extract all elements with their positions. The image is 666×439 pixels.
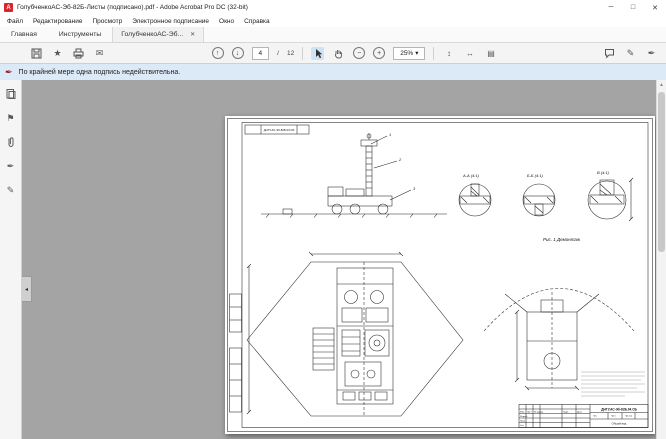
pdf-page[interactable]: ДНТУ.АС-Эб-82Б.04.СБ bbox=[225, 116, 655, 434]
page-current: 4 bbox=[259, 50, 263, 57]
minimize-button[interactable]: ─ bbox=[600, 0, 622, 15]
main-area: ⚑ ✒ ✎ bbox=[0, 80, 666, 439]
titleblock-col-izm: Изм. bbox=[520, 412, 525, 414]
menu-file[interactable]: Файл bbox=[2, 18, 28, 25]
sign-icon[interactable]: ✒ bbox=[645, 47, 658, 60]
titleblock-row-approve: Утв. bbox=[520, 425, 525, 427]
titleblock-row-dev: Разраб. bbox=[520, 416, 528, 418]
titleblock-col-doc: № докум. bbox=[534, 411, 544, 414]
titleblock-row-check: Пров. bbox=[520, 421, 526, 423]
zoom-out-button[interactable]: − bbox=[353, 47, 365, 59]
navigation-pane-toggle[interactable]: ◂ bbox=[22, 276, 32, 302]
mail-icon[interactable]: ✉ bbox=[93, 47, 106, 60]
window-title: ГолубченкоАС-Эб-82Б-Листы (подписано).pd… bbox=[17, 4, 248, 11]
main-toolbar: ★ ✉ ↑ ↓ 4 / 12 − + 25% ▾ bbox=[0, 43, 666, 64]
signature-warning-icon: ✒ bbox=[5, 68, 13, 77]
callout-1: 1 bbox=[389, 132, 391, 137]
toolbar-divider bbox=[433, 47, 434, 60]
page-number-input[interactable]: 4 bbox=[252, 47, 270, 60]
titleblock-sheet: Лист bbox=[611, 416, 616, 418]
technical-notes bbox=[581, 372, 645, 396]
signatures-icon[interactable]: ✒ bbox=[2, 159, 20, 173]
page-total: 12 bbox=[287, 50, 294, 57]
corner-stamp-text: ДНТУ.АС-Эб-82Б.04.СБ bbox=[264, 128, 295, 132]
section-a-label: А-А (4:1) bbox=[462, 173, 480, 178]
toolbar-divider bbox=[302, 47, 303, 60]
machine-plan-view bbox=[247, 252, 463, 416]
panel-collapse-icon: ◂ bbox=[25, 286, 28, 293]
zoom-in-button[interactable]: + bbox=[373, 47, 385, 59]
bookmarks-icon[interactable]: ⚑ bbox=[2, 111, 20, 125]
page-separator: / bbox=[277, 50, 279, 57]
menu-window[interactable]: Окно bbox=[214, 18, 239, 25]
figure-caption: Рис. 1 Демонтаж bbox=[543, 237, 581, 242]
tab-document[interactable]: ГолубченкоАС-Эб... ✕ bbox=[112, 27, 204, 42]
titleblock-doc-number: ДНТУ.АС-Эб-82Б.04.СБ bbox=[601, 407, 637, 411]
select-tool-icon[interactable] bbox=[311, 47, 324, 60]
tab-home[interactable]: Главная bbox=[0, 27, 48, 42]
titleblock-name: Общий вид bbox=[612, 422, 627, 426]
maximize-button[interactable]: □ bbox=[622, 0, 644, 15]
attachments-icon[interactable] bbox=[2, 135, 20, 149]
close-button[interactable]: ✕ bbox=[644, 0, 666, 15]
detail-sections bbox=[459, 178, 633, 221]
window-titlebar: A ГолубченкоАС-Эб-82Б-Листы (подписано).… bbox=[0, 0, 666, 15]
signature-notification-text: По крайней мере одна подпись недействите… bbox=[19, 69, 181, 76]
hand-tool-icon[interactable] bbox=[332, 47, 345, 60]
tab-document-label: ГолубченкоАС-Эб... bbox=[121, 31, 183, 38]
menu-view[interactable]: Просмотр bbox=[88, 18, 128, 25]
chevron-down-icon: ▾ bbox=[415, 49, 418, 57]
menu-esign[interactable]: Электронное подписание bbox=[127, 18, 214, 25]
print-icon[interactable] bbox=[72, 47, 85, 60]
view-tabbar: Главная Инструменты ГолубченкоАС-Эб... ✕ bbox=[0, 27, 666, 43]
fit-width-icon[interactable]: ↔ bbox=[463, 47, 476, 60]
acrobat-app-icon: A bbox=[4, 3, 13, 12]
tab-tools[interactable]: Инструменты bbox=[48, 27, 112, 42]
previous-page-button[interactable]: ↑ bbox=[212, 47, 224, 59]
star-icon[interactable]: ★ bbox=[51, 47, 64, 60]
callout-3: 3 bbox=[413, 186, 416, 191]
pencil-icon[interactable]: ✎ bbox=[624, 47, 637, 60]
menubar: Файл Редактирование Просмотр Электронное… bbox=[0, 15, 666, 27]
vertical-scrollbar[interactable]: ▲ bbox=[656, 80, 666, 439]
page-view-icon[interactable]: ▤ bbox=[484, 47, 497, 60]
comment-icon[interactable] bbox=[603, 47, 616, 60]
document-canvas[interactable]: ДНТУ.АС-Эб-82Б.04.СБ bbox=[22, 80, 656, 439]
navigation-sidebar: ⚑ ✒ ✎ bbox=[0, 80, 22, 439]
scrollbar-thumb[interactable] bbox=[658, 92, 665, 252]
swing-radius-view bbox=[484, 289, 634, 391]
titleblock-sheets: Листов bbox=[625, 416, 633, 418]
menu-edit[interactable]: Редактирование bbox=[28, 18, 88, 25]
titleblock-col-list: Лист bbox=[527, 412, 532, 414]
titleblock-lit: Лит. bbox=[593, 416, 597, 418]
zoom-value: 25% bbox=[400, 50, 413, 57]
save-icon[interactable] bbox=[30, 47, 43, 60]
drawing-frame bbox=[228, 119, 653, 432]
section-v-label: В (4:1) bbox=[597, 170, 610, 175]
engineering-drawing: ДНТУ.АС-Эб-82Б.04.СБ bbox=[225, 116, 655, 434]
menu-help[interactable]: Справка bbox=[239, 18, 275, 25]
machine-side-view bbox=[261, 133, 447, 218]
callout-2: 2 bbox=[398, 157, 402, 162]
annotations-icon[interactable]: ✎ bbox=[2, 183, 20, 197]
signature-notification-bar: ✒ По крайней мере одна подпись недействи… bbox=[0, 64, 666, 80]
titleblock-col-date: Дата bbox=[577, 412, 583, 414]
fit-height-icon[interactable]: ↕ bbox=[442, 47, 455, 60]
zoom-level-dropdown[interactable]: 25% ▾ bbox=[393, 47, 425, 60]
titleblock-col-sign: Подп. bbox=[563, 412, 569, 414]
tab-close-icon[interactable]: ✕ bbox=[190, 31, 195, 38]
scroll-up-arrow[interactable]: ▲ bbox=[657, 80, 666, 90]
next-page-button[interactable]: ↓ bbox=[232, 47, 244, 59]
section-b-label: Б-Б (4:1) bbox=[527, 173, 544, 178]
page-thumbnails-icon[interactable] bbox=[2, 87, 20, 101]
